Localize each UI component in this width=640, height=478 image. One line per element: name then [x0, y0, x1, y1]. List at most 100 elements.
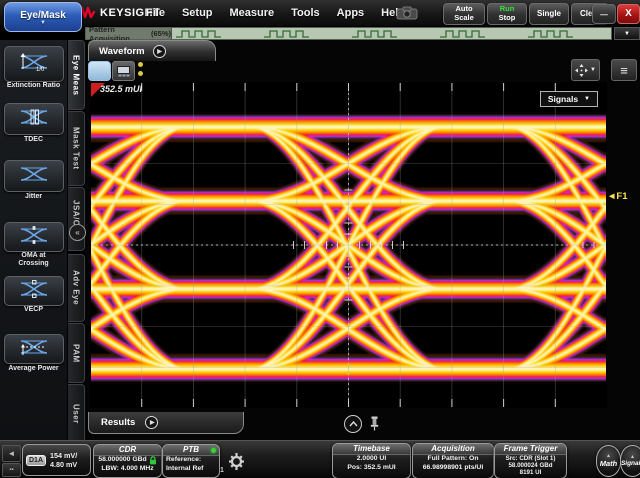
average-power-button[interactable]: [4, 334, 64, 364]
ptb-panel[interactable]: PTB Reference: Internal Ref: [162, 444, 220, 478]
frame-trigger-rate: 58.000024 GBd: [495, 462, 566, 469]
frame-trigger-src: Src: CDR (Slot 1): [495, 455, 566, 462]
menu-file[interactable]: File: [146, 7, 165, 19]
acquisition-title: Acquisition: [413, 444, 493, 455]
cdr-lock-icon: [149, 456, 157, 465]
tdec-button[interactable]: [4, 103, 64, 135]
cdr-panel[interactable]: CDR 58.000000 GBd LBW: 4.000 MHz: [93, 444, 162, 478]
results-play-icon[interactable]: ▶: [145, 416, 158, 429]
menu-measure[interactable]: Measure: [230, 7, 275, 19]
waveform-tab[interactable]: Waveform ▶: [88, 40, 216, 61]
display-menu-button[interactable]: ≡: [611, 59, 637, 81]
pin-icon: [369, 416, 380, 431]
channel-badge: D1A: [26, 455, 46, 466]
tab-user[interactable]: User: [68, 384, 85, 444]
panel-overflow-button[interactable]: ▪▪: [2, 463, 21, 477]
measurement-sidebar: 1/0 Extinction Ratio TDEC Jitter OMA at …: [0, 40, 67, 478]
eye-diagram-waveform: [90, 82, 607, 408]
close-button[interactable]: X: [617, 4, 640, 24]
timebase-position: Pos: 352.5 mUI: [333, 464, 410, 473]
tab-pam[interactable]: PAM: [68, 323, 85, 383]
tab-adv-eye[interactable]: Adv Eye: [68, 254, 85, 322]
ptb-status-dot: [211, 448, 216, 453]
tdec-icon: [17, 107, 51, 132]
timebase-panel[interactable]: Timebase 2.0000 UI Pos: 352.5 mUI: [332, 443, 411, 478]
chevron-up-icon: [349, 421, 358, 427]
settings-button[interactable]: [227, 451, 246, 477]
waveform-play-icon[interactable]: ▶: [153, 45, 166, 58]
chevron-down-icon: ▼: [40, 21, 46, 25]
pan-arrows-icon: [575, 64, 588, 77]
signals-button[interactable]: ▲ Signals: [620, 445, 640, 477]
channel-scale: 154 mV/: [50, 451, 77, 460]
gear-icon: [227, 451, 246, 472]
acquisition-waveform-pattern: [170, 28, 610, 39]
pan-dropdown-icon[interactable]: ▼: [590, 67, 596, 73]
cdr-title: CDR: [94, 445, 161, 456]
ptb-line1: Reference:: [163, 456, 219, 465]
channel-panel[interactable]: D1A 154 mV/ 4.80 mV: [22, 444, 91, 476]
status-dot-1: [138, 62, 143, 67]
auto-scale-button[interactable]: Auto Scale: [443, 3, 485, 25]
menubar: File Setup Measure Tools Apps Help: [146, 0, 405, 26]
extinction-ratio-label: Extinction Ratio: [0, 82, 67, 90]
jitter-button[interactable]: [4, 160, 64, 192]
acquisition-bar-dropdown[interactable]: ▼: [614, 27, 640, 40]
ptb-line2: Internal Ref: [163, 465, 219, 474]
tab-jsa-cre[interactable]: JSA/CRE: [68, 187, 85, 251]
menu-apps[interactable]: Apps: [337, 7, 365, 19]
oma-at-crossing-label: OMA at Crossing: [0, 252, 67, 269]
frame-trigger-length: 8191 UI: [495, 469, 566, 476]
svg-text:1/0: 1/0: [36, 67, 45, 72]
menu-tools[interactable]: Tools: [291, 7, 320, 19]
extinction-ratio-button[interactable]: 1/0: [4, 46, 64, 82]
status-bar: ◄ ▪▪ D1A 154 mV/ 4.80 mV CDR 58.000000 G…: [0, 440, 640, 478]
grid-layout-icon: [117, 66, 130, 77]
chevron-down-icon: ▼: [584, 96, 590, 102]
panel-scroll-left-button[interactable]: ◄: [2, 445, 21, 462]
channel-offset: 4.80 mV: [50, 460, 77, 469]
frame-trigger-panel[interactable]: Frame Trigger Src: CDR (Slot 1) 58.00002…: [494, 443, 567, 478]
acquisition-percent: (65%): [151, 29, 171, 38]
oma-at-crossing-icon: [17, 225, 51, 250]
vecp-label: VECP: [0, 306, 67, 314]
pin-panel-button[interactable]: [367, 414, 381, 432]
display-grid-button[interactable]: [112, 61, 135, 81]
pan-tool-button[interactable]: ▼: [571, 59, 600, 81]
vecp-button[interactable]: [4, 276, 64, 306]
f1-function-marker[interactable]: ◄F1: [607, 191, 628, 202]
signals-dropdown[interactable]: Signals ▼: [540, 91, 598, 107]
single-button[interactable]: Single: [529, 3, 569, 25]
acquisition-line1: Full Pattern: On: [413, 455, 493, 464]
status-dot-2: [138, 71, 143, 76]
run-stop-button[interactable]: Run Stop: [487, 3, 527, 25]
average-power-label: Average Power: [0, 365, 67, 373]
results-tab[interactable]: Results ▶: [88, 412, 244, 434]
tab-mask-test[interactable]: Mask Test: [68, 111, 85, 186]
cdr-lbw: LBW: 4.000 MHz: [94, 465, 161, 474]
tdec-label: TDEC: [0, 136, 67, 144]
frame-trigger-title: Frame Trigger: [495, 444, 566, 455]
workspace: Waveform ▶ ▼ ≡: [85, 40, 640, 440]
timebase-title: Timebase: [333, 444, 410, 455]
mode-selector-button[interactable]: Eye/Mask ▼: [4, 2, 82, 32]
cdr-rate: 58.000000 GBd: [98, 456, 146, 465]
minimize-button[interactable]: —: [592, 4, 616, 24]
acquisition-panel[interactable]: Acquisition Full Pattern: On 66.98998901…: [412, 443, 494, 478]
extinction-ratio-icon: 1/0: [17, 52, 51, 77]
jitter-label: Jitter: [0, 193, 67, 201]
average-power-icon: [17, 337, 51, 362]
collapse-sidebar-button[interactable]: «: [69, 224, 86, 241]
ptb-title: PTB: [183, 445, 199, 454]
display-single-button[interactable]: [88, 61, 111, 81]
acquisition-line2: 66.98998901 pts/UI: [413, 464, 493, 473]
flexdca-window: KEYSIGHT File Setup Measure Tools Apps H…: [0, 0, 640, 478]
camera-icon[interactable]: [396, 6, 418, 20]
tab-eye-meas[interactable]: Eye Meas: [68, 40, 85, 110]
collapse-panel-button[interactable]: [344, 415, 362, 433]
waveform-graticule[interactable]: 352.5 mUI Signals ▼: [90, 82, 607, 408]
vecp-icon: [17, 279, 51, 304]
menu-setup[interactable]: Setup: [182, 7, 213, 19]
oma-at-crossing-button[interactable]: [4, 222, 64, 252]
math-button[interactable]: ▲ Math: [596, 445, 621, 477]
